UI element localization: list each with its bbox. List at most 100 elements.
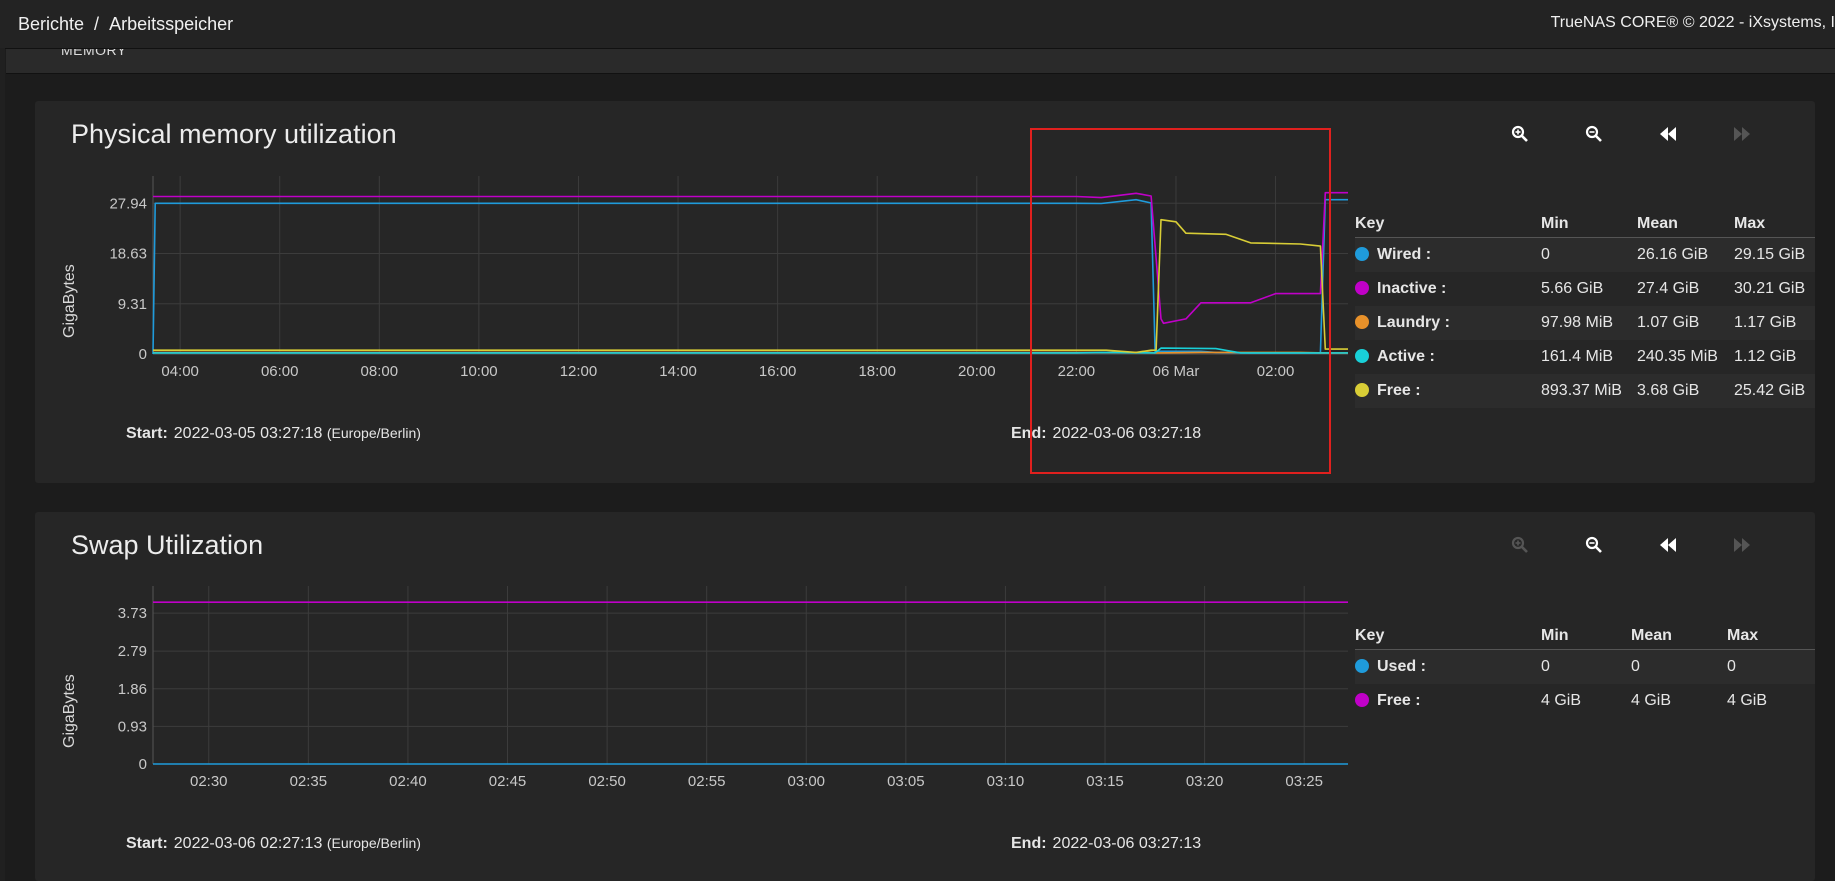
rewind-button[interactable] <box>1654 120 1682 148</box>
wired-color-dot <box>1355 247 1369 261</box>
legend-mean: 26.16 GiB <box>1637 237 1734 272</box>
start-label: Start: <box>126 835 168 852</box>
x-tick-label: 08:00 <box>361 363 399 380</box>
legend-header-min: Min <box>1541 621 1631 650</box>
breadcrumb: Berichte / Arbeitsspeicher <box>18 14 233 35</box>
legend-header-min: Min <box>1541 209 1637 238</box>
laundry-color-dot <box>1355 315 1369 329</box>
legend-row-free: Free : 4 GiB 4 GiB 4 GiB <box>1355 684 1815 718</box>
legend-table: Key Min Mean Max Wired : 0 26.16 GiB 29.… <box>1355 209 1815 408</box>
x-tick-label: 10:00 <box>460 363 498 380</box>
legend-max: 1.12 GiB <box>1734 348 1797 365</box>
legend-min: 161.4 MiB <box>1541 348 1614 365</box>
legend-header-max: Max <box>1727 621 1815 650</box>
zoom-out-button[interactable] <box>1580 531 1608 559</box>
legend-key: Wired : <box>1377 246 1432 263</box>
x-tick-label: 02:30 <box>190 773 228 790</box>
x-tick-label: 22:00 <box>1058 363 1096 380</box>
zoom-out-icon <box>1585 536 1602 553</box>
zoom-out-icon <box>1585 125 1602 142</box>
legend-min: 5.66 GiB <box>1541 280 1604 297</box>
fast-forward-icon <box>1734 538 1750 552</box>
legend-max: 29.15 GiB <box>1734 237 1815 272</box>
zoom-out-button[interactable] <box>1580 120 1608 148</box>
zoom-in-button[interactable] <box>1506 531 1534 559</box>
x-tick-label: 02:50 <box>588 773 626 790</box>
y-tick-label: 9.31 <box>118 296 147 313</box>
legend-key: Used : <box>1377 658 1426 675</box>
zoom-in-button[interactable] <box>1506 120 1534 148</box>
copyright-text: TrueNAS CORE® © 2022 - iXsystems, I <box>1550 14 1835 31</box>
legend-mean: 4 GiB <box>1631 692 1672 709</box>
legend-max: 25.42 GiB <box>1734 374 1815 408</box>
y-tick-label: 18.63 <box>109 246 147 263</box>
x-tick-label: 12:00 <box>560 363 598 380</box>
legend-key: Inactive : <box>1377 280 1447 297</box>
legend-min: 0 <box>1541 237 1637 272</box>
x-tick-label: 06 Mar <box>1153 363 1200 380</box>
free-color-dot <box>1355 383 1369 397</box>
series-line-wired <box>152 198 1348 355</box>
card-title: Physical memory utilization <box>71 119 397 149</box>
legend-row-laundry: Laundry : 97.98 MiB 1.07 GiB 1.17 GiB <box>1355 306 1815 340</box>
active-color-dot <box>1355 349 1369 363</box>
y-tick-label: 0.93 <box>118 718 147 735</box>
start-value: 2022-03-05 03:27:18 <box>173 425 323 442</box>
breadcrumb-parent-link[interactable]: Berichte <box>18 14 84 34</box>
x-tick-label: 18:00 <box>858 363 896 380</box>
legend-mean: 240.35 MiB <box>1637 348 1718 365</box>
legend-min: 0 <box>1541 649 1631 684</box>
legend-header-mean: Mean <box>1631 621 1727 650</box>
rewind-icon <box>1660 538 1676 552</box>
legend-min: 893.37 MiB <box>1541 374 1637 408</box>
legend-header-key: Key <box>1355 621 1541 650</box>
end-value: 2022-03-06 03:27:18 <box>1052 425 1202 442</box>
legend-key: Active : <box>1377 348 1435 365</box>
fast-forward-button[interactable] <box>1728 120 1756 148</box>
legend-header-row: Key Min Mean Max <box>1355 209 1815 238</box>
x-tick-label: 20:00 <box>958 363 996 380</box>
y-tick-label: 1.86 <box>118 681 147 698</box>
x-tick-label: 02:00 <box>1257 363 1295 380</box>
x-tick-label: 04:00 <box>161 363 199 380</box>
legend-mean: 1.07 GiB <box>1637 306 1734 340</box>
physical-memory-card: Physical memory utilization GigaBytes 04… <box>35 101 1815 483</box>
x-tick-label: 02:40 <box>389 773 427 790</box>
x-tick-label: 03:00 <box>787 773 825 790</box>
legend-header-row: Key Min Mean Max <box>1355 621 1815 650</box>
fast-forward-icon <box>1734 127 1750 141</box>
x-tick-label: 03:05 <box>887 773 925 790</box>
start-time: Start: 2022-03-06 02:27:13 (Europe/Berlin… <box>126 835 421 853</box>
end-label: End: <box>1011 835 1047 852</box>
start-time: Start: 2022-03-05 03:27:18 (Europe/Berlin… <box>126 425 421 443</box>
start-timezone: (Europe/Berlin) <box>326 835 421 851</box>
swap-utilization-card: Swap Utilization GigaBytes 02:30 02:35 02:… <box>35 512 1815 881</box>
legend-key: Free : <box>1377 692 1421 709</box>
rewind-icon <box>1660 127 1676 141</box>
breadcrumb-separator: / <box>94 14 100 34</box>
legend-mean: 0 <box>1631 649 1727 684</box>
legend-table: Key Min Mean Max Used : 0 0 0 Free : 4 G… <box>1355 621 1815 718</box>
legend-row-active: Active : 161.4 MiB 240.35 MiB 1.12 GiB <box>1355 340 1815 374</box>
legend-header-max: Max <box>1734 209 1815 238</box>
y-tick-label: 2.79 <box>118 643 147 660</box>
legend-max: 0 <box>1727 649 1815 684</box>
y-tick-label: 27.94 <box>109 195 147 212</box>
x-tick-label: 02:35 <box>290 773 328 790</box>
rewind-button[interactable] <box>1654 531 1682 559</box>
legend-min: 97.98 MiB <box>1541 306 1637 340</box>
free-color-dot <box>1355 693 1369 707</box>
legend-key: Free : <box>1377 382 1421 399</box>
swap-utilization-chart: 02:30 02:35 02:40 02:45 02:50 02:55 03:00 03:05… <box>118 586 1348 790</box>
end-label: End: <box>1011 425 1047 442</box>
left-edge <box>0 48 5 881</box>
x-tick-label: 14:00 <box>659 363 697 380</box>
legend-max: 30.21 GiB <box>1734 280 1806 297</box>
legend-row-wired: Wired : 0 26.16 GiB 29.15 GiB <box>1355 237 1815 272</box>
end-time: End: 2022-03-06 03:27:13 <box>1011 835 1201 853</box>
inactive-color-dot <box>1355 281 1369 295</box>
start-value: 2022-03-06 02:27:13 <box>173 835 323 852</box>
fast-forward-button[interactable] <box>1728 531 1756 559</box>
legend-row-free: Free : 893.37 MiB 3.68 GiB 25.42 GiB <box>1355 374 1815 408</box>
start-timezone: (Europe/Berlin) <box>326 425 421 441</box>
